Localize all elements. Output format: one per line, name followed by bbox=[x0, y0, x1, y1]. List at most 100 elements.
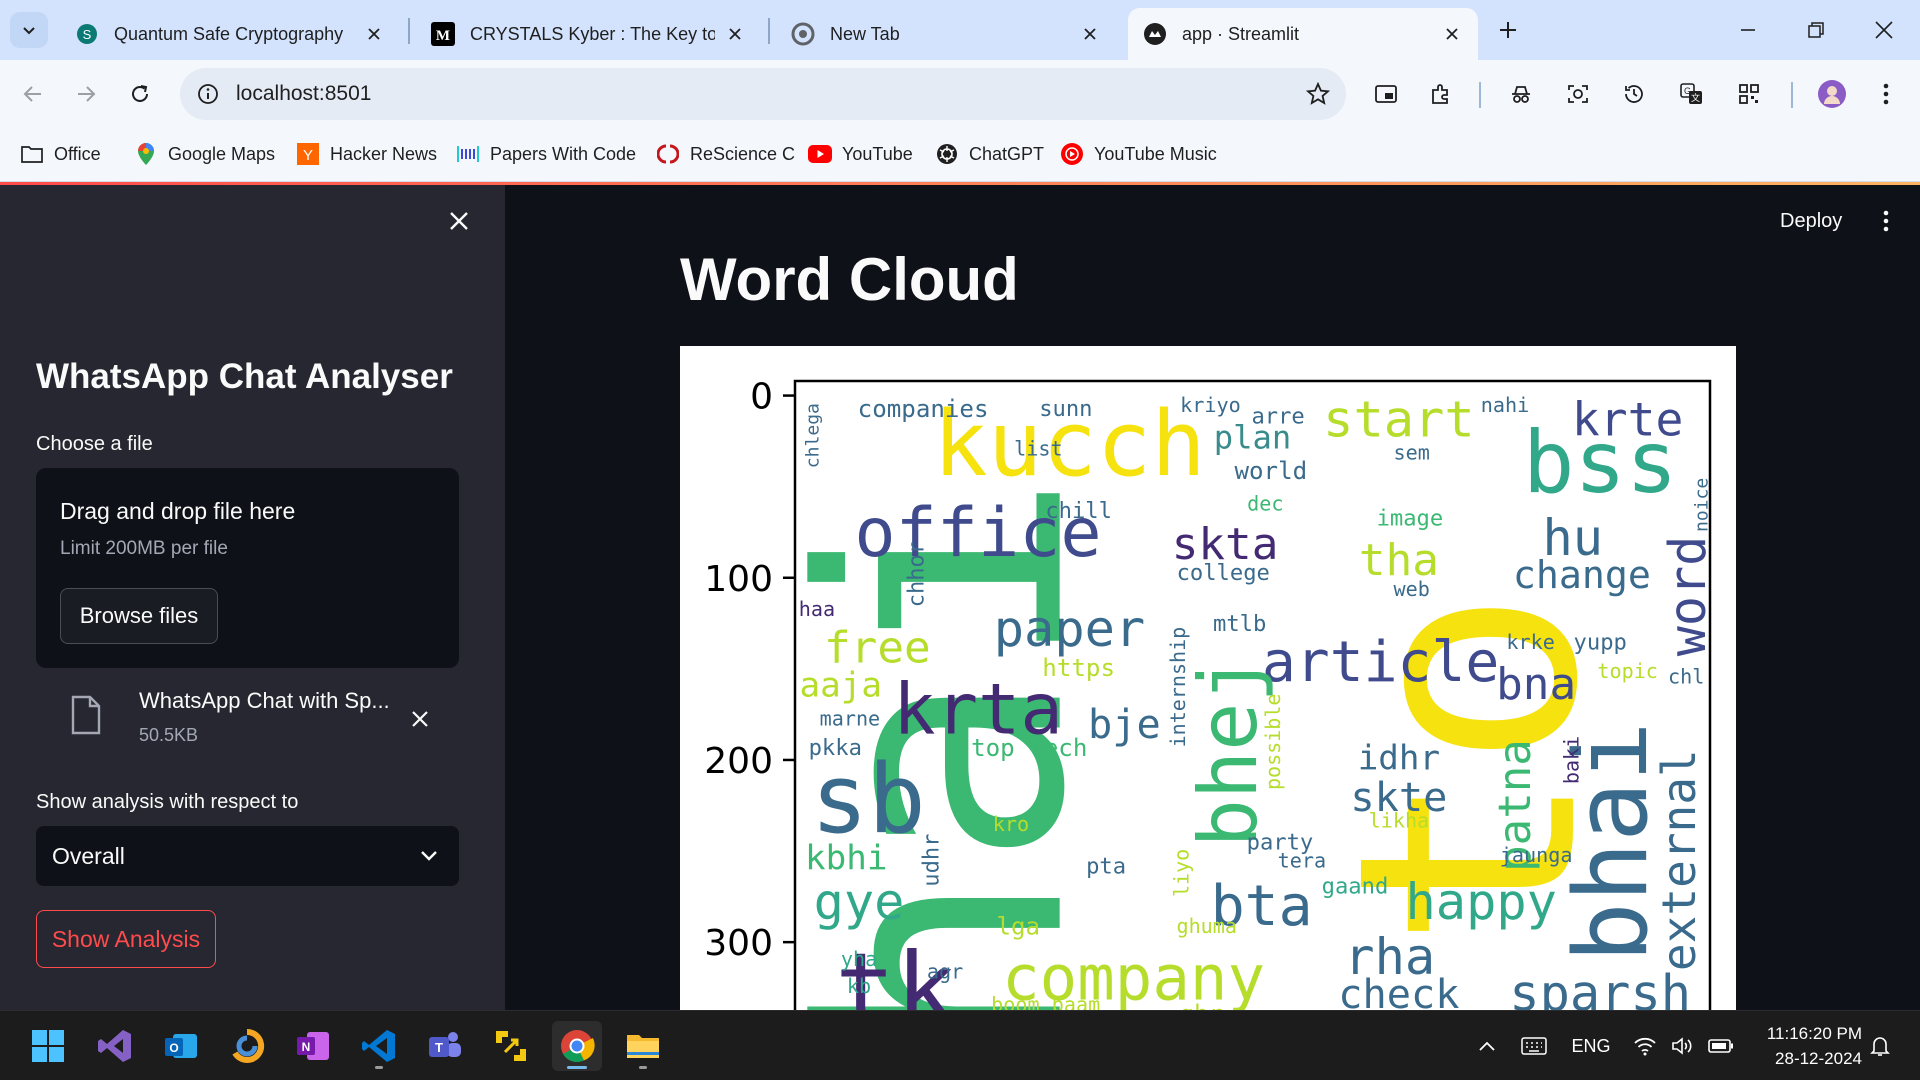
word-world: world bbox=[1234, 457, 1307, 485]
tab-title: New Tab bbox=[830, 23, 900, 44]
qr-code-icon[interactable] bbox=[1731, 76, 1767, 112]
new-tab-button[interactable] bbox=[1492, 14, 1524, 46]
svg-text:Y: Y bbox=[303, 147, 313, 164]
tab-crystals-kyber[interactable]: M CRYSTALS Kyber : The Key to Po bbox=[416, 8, 761, 60]
svg-text:文: 文 bbox=[1691, 92, 1700, 104]
chatgpt-icon bbox=[935, 142, 959, 166]
chrome-icon bbox=[561, 1030, 595, 1063]
select-value: Overall bbox=[52, 843, 125, 869]
word-gye: gye bbox=[814, 872, 905, 931]
language-indicator[interactable]: ENG bbox=[1568, 1031, 1614, 1061]
word-liyo: liyo bbox=[1169, 849, 1193, 897]
svg-text:O: O bbox=[169, 1041, 178, 1055]
bookmark-chatgpt[interactable]: ChatGPT bbox=[935, 138, 1044, 170]
browser-menu-icon[interactable] bbox=[1868, 76, 1904, 112]
wifi-icon[interactable] bbox=[1630, 1031, 1660, 1061]
file-explorer-button[interactable] bbox=[618, 1021, 668, 1071]
back-button[interactable] bbox=[15, 76, 51, 112]
main-menu-icon[interactable] bbox=[1870, 203, 1902, 239]
bookmark-hacker-news[interactable]: Y Hacker News bbox=[296, 138, 437, 170]
volume-icon[interactable] bbox=[1668, 1031, 1698, 1061]
forward-button[interactable] bbox=[68, 76, 104, 112]
extensions-puzzle-icon[interactable] bbox=[1423, 76, 1459, 112]
sidebar-close-button[interactable] bbox=[443, 205, 475, 237]
reload-button[interactable] bbox=[122, 76, 158, 112]
file-transfer-button[interactable] bbox=[486, 1021, 536, 1071]
word-top-tech: top tech bbox=[971, 734, 1087, 762]
remove-file-button[interactable] bbox=[404, 703, 436, 735]
browse-files-button[interactable]: Browse files bbox=[60, 588, 218, 644]
tab-quantum-safe[interactable]: S Quantum Safe Cryptography bbox=[60, 8, 400, 60]
word-chlega: chlega bbox=[802, 403, 823, 468]
word-change: change bbox=[1513, 553, 1651, 597]
minimize-button[interactable] bbox=[1726, 10, 1770, 50]
url-text[interactable]: localhost:8501 bbox=[236, 82, 371, 106]
word-tera: tera bbox=[1278, 849, 1326, 873]
visual-studio-icon bbox=[98, 1030, 131, 1062]
bookmark-youtube-music[interactable]: YouTube Music bbox=[1060, 138, 1217, 170]
word-likha: likha bbox=[1369, 808, 1430, 832]
file-dropzone[interactable]: Drag and drop file here Limit 200MB per … bbox=[36, 468, 459, 668]
y-axis-tick-label: 0 bbox=[750, 377, 773, 418]
word-idhr: idhr bbox=[1358, 739, 1440, 779]
word-paper: paper bbox=[994, 599, 1145, 658]
translate-icon[interactable]: 文G bbox=[1674, 76, 1710, 112]
bookmark-google-maps[interactable]: Google Maps bbox=[134, 138, 275, 170]
notifications-bell-icon[interactable] bbox=[1865, 1031, 1895, 1061]
screenshot-icon[interactable] bbox=[1560, 76, 1596, 112]
address-bar[interactable]: localhost:8501 bbox=[180, 68, 1346, 120]
site-info-icon[interactable] bbox=[194, 80, 222, 108]
chrome-button[interactable] bbox=[552, 1021, 602, 1071]
close-tab-icon[interactable] bbox=[723, 22, 747, 46]
show-hidden-icons-button[interactable] bbox=[1472, 1031, 1502, 1061]
word-udhr: udhr bbox=[918, 834, 944, 887]
tab-title: CRYSTALS Kyber : The Key to Po bbox=[470, 23, 715, 44]
toolbar-separator bbox=[1479, 82, 1481, 108]
system-clock[interactable]: 11:16:20 PM 28-12-2024 bbox=[1742, 1021, 1862, 1071]
word-check: check bbox=[1338, 972, 1459, 1010]
close-tab-icon[interactable] bbox=[362, 22, 386, 46]
bookmark-office[interactable]: Office bbox=[20, 138, 101, 170]
profile-avatar[interactable] bbox=[1814, 76, 1850, 112]
deploy-button[interactable]: Deploy bbox=[1780, 205, 1842, 237]
show-analysis-button[interactable]: Show Analysis bbox=[36, 910, 216, 968]
word-article: article bbox=[1262, 630, 1499, 695]
picture-in-picture-icon[interactable] bbox=[1368, 76, 1404, 112]
youtube-icon bbox=[808, 142, 832, 166]
vscode-button[interactable] bbox=[354, 1021, 404, 1071]
word-pta: pta bbox=[1086, 853, 1126, 879]
windows-taskbar: O N T ENG 11:16:20 PM 28-12-2024 bbox=[0, 1010, 1920, 1080]
bookmark-star-icon[interactable] bbox=[1304, 80, 1332, 108]
shield-s-icon: S bbox=[74, 21, 100, 47]
youtube-music-icon bbox=[1060, 142, 1084, 166]
visual-studio-button[interactable] bbox=[90, 1021, 140, 1071]
battery-icon[interactable] bbox=[1706, 1031, 1736, 1061]
teams-button[interactable]: T bbox=[420, 1021, 470, 1071]
bookmark-youtube[interactable]: YouTube bbox=[808, 138, 913, 170]
tab-new-tab[interactable]: New Tab bbox=[776, 8, 1116, 60]
tab-search-button[interactable] bbox=[10, 12, 48, 48]
touch-keyboard-icon[interactable] bbox=[1518, 1031, 1550, 1061]
bookmark-papers-with-code[interactable]: Papers With Code bbox=[456, 138, 636, 170]
bookmark-rescience[interactable]: ReScience C bbox=[656, 138, 795, 170]
close-tab-icon[interactable] bbox=[1440, 22, 1464, 46]
close-window-button[interactable] bbox=[1862, 10, 1906, 50]
sidebar-title: WhatsApp Chat Analyser bbox=[36, 357, 453, 396]
word-bje: bje bbox=[1088, 702, 1161, 748]
outlook-button[interactable]: O bbox=[156, 1021, 206, 1071]
history-icon[interactable] bbox=[1616, 76, 1652, 112]
windows-start-button[interactable] bbox=[23, 1021, 73, 1071]
y-axis-tick-label: 300 bbox=[704, 923, 773, 964]
tab-streamlit-app[interactable]: app · Streamlit bbox=[1128, 8, 1478, 60]
word-jaunga: jaunga bbox=[1500, 843, 1573, 867]
word-agr: agr bbox=[927, 960, 963, 984]
close-tab-icon[interactable] bbox=[1078, 22, 1102, 46]
orange-app-button[interactable] bbox=[222, 1021, 272, 1071]
word-bna: bna bbox=[1496, 659, 1576, 710]
analysis-user-select[interactable]: Overall bbox=[36, 826, 459, 886]
incognito-icon[interactable] bbox=[1503, 76, 1539, 112]
restore-button[interactable] bbox=[1794, 10, 1838, 50]
word-yha: yha bbox=[841, 947, 877, 971]
browser-tab-strip: S Quantum Safe Cryptography M CRYSTALS K… bbox=[0, 0, 1920, 60]
onenote-button[interactable]: N bbox=[288, 1021, 338, 1071]
